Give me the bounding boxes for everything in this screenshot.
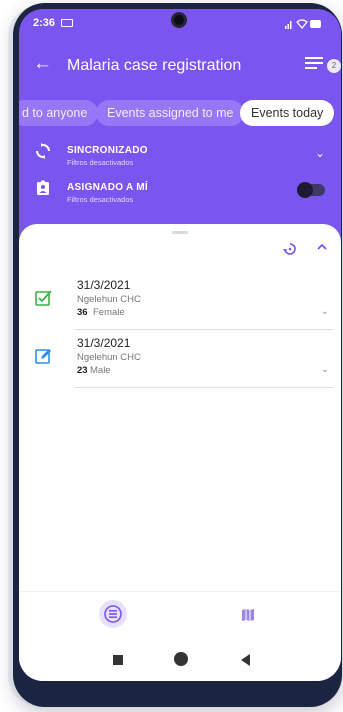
assignment-ind-icon <box>37 180 49 195</box>
divider <box>75 329 333 330</box>
assigned-subtitle: Filtros desactivados <box>67 195 134 204</box>
event-age: 36 <box>77 307 88 318</box>
event-gender: Female <box>93 307 125 318</box>
chip-group: d to anyone Events assigned to me Events… <box>19 100 341 126</box>
chevron-down-icon[interactable]: ⌄ <box>315 146 325 160</box>
event-age: 23 <box>77 365 88 376</box>
app-bar: ← Malaria case registration 2 <box>19 43 341 89</box>
sheet-handle[interactable] <box>172 231 188 234</box>
status-bar: 2:36 <box>19 9 341 37</box>
list-tab[interactable] <box>99 600 127 628</box>
event-date: 31/3/2021 <box>77 278 131 292</box>
event-gender: Male <box>90 365 111 376</box>
list-item[interactable]: 31/3/2021 Ngelehun CHC 36 Female ⌄ <box>19 276 341 332</box>
sync-label: SINCRONIZADO <box>67 145 148 156</box>
sync-icon <box>36 143 50 159</box>
signal-wifi-battery-icon <box>285 19 321 30</box>
chip-assigned-to-anyone[interactable]: d to anyone <box>19 100 99 126</box>
assigned-filter-row[interactable]: ASIGNADO A MÍ Filtros desactivados <box>19 178 341 210</box>
event-org-unit: Ngelehun CHC <box>77 294 141 305</box>
recent-apps-button[interactable] <box>113 655 123 665</box>
page: 2:36 ← Malaria case registration 2 d to … <box>0 0 343 712</box>
phone-frame: 2:36 ← Malaria case registration 2 d to … <box>13 3 342 707</box>
chevron-up-icon[interactable] <box>315 240 329 254</box>
list-item[interactable]: 31/3/2021 Ngelehun CHC 23 Male ⌄ <box>19 334 341 390</box>
system-navigation-bar <box>19 639 341 681</box>
home-button[interactable] <box>174 652 188 666</box>
page-title: Malaria case registration <box>67 57 242 74</box>
event-date: 31/3/2021 <box>77 336 131 350</box>
back-button[interactable] <box>241 654 250 666</box>
status-time: 2:36 <box>33 17 56 29</box>
laptop-icon <box>61 19 73 27</box>
map-icon[interactable] <box>241 608 255 622</box>
restore-icon[interactable] <box>281 240 299 258</box>
chip-events-today[interactable]: Events today <box>240 100 335 126</box>
back-arrow-icon[interactable]: ← <box>33 53 52 75</box>
bottom-navigation <box>19 591 341 639</box>
filter-list-icon[interactable] <box>303 53 329 79</box>
chevron-down-icon[interactable]: ⌄ <box>321 306 329 317</box>
sync-subtitle: Filtros desactivados <box>67 158 134 167</box>
event-org-unit: Ngelehun CHC <box>77 352 141 363</box>
list-icon <box>104 605 122 623</box>
filter-count-badge: 2 <box>327 59 341 73</box>
event-completed-icon <box>35 290 52 306</box>
toggle-knob <box>297 182 313 198</box>
sync-filter-row[interactable]: SINCRONIZADO Filtros desactivados ⌄ <box>19 141 341 173</box>
event-edit-icon <box>35 349 51 364</box>
assigned-toggle[interactable] <box>297 182 325 198</box>
screen: 2:36 ← Malaria case registration 2 d to … <box>19 9 341 681</box>
divider <box>75 387 333 388</box>
chip-events-assigned-to-me[interactable]: Events assigned to me <box>96 100 245 126</box>
chevron-down-icon[interactable]: ⌄ <box>321 364 329 375</box>
front-camera <box>171 12 187 28</box>
assigned-label: ASIGNADO A MÍ <box>67 182 148 193</box>
